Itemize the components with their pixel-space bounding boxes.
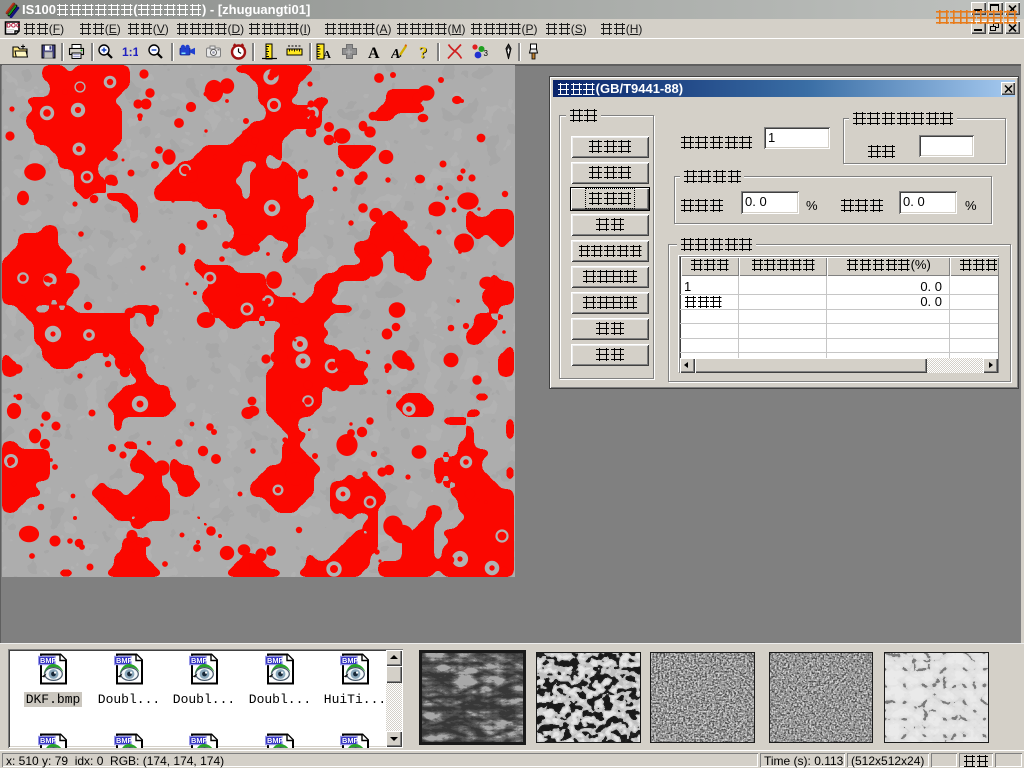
svg-text:BMP: BMP bbox=[342, 736, 358, 745]
svg-text:3: 3 bbox=[484, 49, 489, 58]
svg-text:A: A bbox=[368, 45, 380, 60]
svg-text:A: A bbox=[391, 47, 400, 60]
svg-text:BMP: BMP bbox=[40, 656, 56, 665]
svg-text:DOC: DOC bbox=[6, 23, 20, 30]
svg-text:BMP: BMP bbox=[40, 736, 56, 745]
svg-text:BMP: BMP bbox=[191, 736, 207, 745]
svg-text:?: ? bbox=[419, 43, 428, 60]
svg-text:BMP: BMP bbox=[116, 736, 132, 745]
svg-text:1:1: 1:1 bbox=[122, 45, 138, 59]
svg-text:BMP: BMP bbox=[267, 656, 283, 665]
svg-text:BMP: BMP bbox=[342, 656, 358, 665]
svg-text:BMP: BMP bbox=[191, 656, 207, 665]
svg-text:BMP: BMP bbox=[116, 656, 132, 665]
svg-text:A: A bbox=[323, 49, 331, 60]
svg-text:BMP: BMP bbox=[267, 736, 283, 745]
